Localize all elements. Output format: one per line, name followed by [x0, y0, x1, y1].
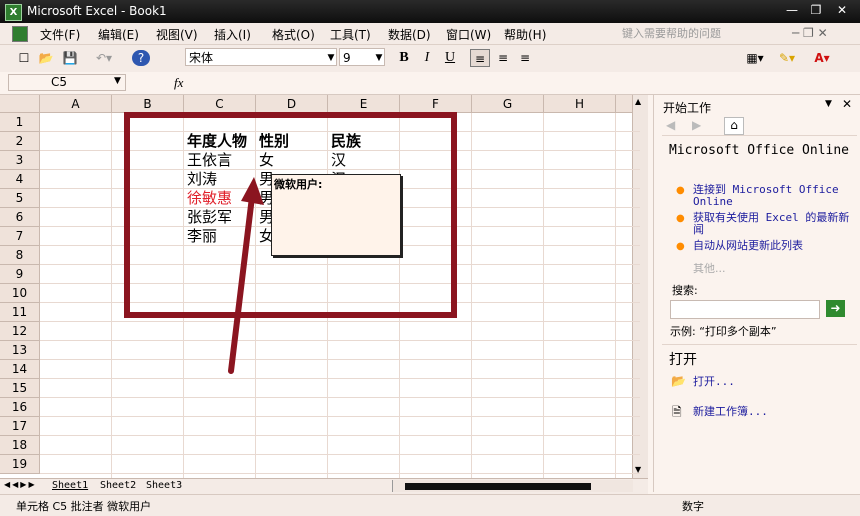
status-bar: 单元格 C5 批注者 微软用户 数字	[0, 494, 860, 516]
workbook-icon[interactable]	[12, 26, 28, 42]
forward-icon[interactable]: ▶	[692, 118, 701, 132]
window-title: Microsoft Excel - Book1	[27, 4, 167, 18]
bold-button[interactable]: B	[395, 49, 413, 67]
borders-icon[interactable]: ▦▾	[742, 49, 768, 67]
menu-bar: 文件(F) 编辑(E) 视图(V) 插入(I) 格式(O) 工具(T) 数据(D…	[0, 23, 860, 45]
tab-sheet2[interactable]: Sheet2	[100, 480, 136, 491]
horizontal-scrollbar[interactable]	[392, 480, 633, 492]
chevron-down-icon[interactable]: ▼	[114, 76, 121, 86]
align-left-icon[interactable]: ≡	[470, 49, 490, 67]
chevron-down-icon[interactable]: ▼	[326, 49, 336, 67]
name-box[interactable]: C5	[8, 74, 126, 91]
formula-input[interactable]	[196, 74, 852, 91]
minimize-icon[interactable]: —	[782, 1, 802, 19]
new-workbook-icon: 🗎	[672, 405, 682, 419]
insert-function-icon[interactable]: fx	[174, 75, 183, 91]
menu-insert[interactable]: 插入(I)	[214, 26, 251, 43]
divider	[662, 344, 857, 345]
formatting-toolbar: ☐ 📂 💾 ↶▾ ? 宋体 ▼ 9 ▼ B I U ≡ ≡ ≡ ▦▾ ✎▾ A▾	[0, 45, 860, 73]
search-input[interactable]	[670, 300, 820, 319]
link-more[interactable]: 其他...	[693, 260, 726, 276]
formula-bar: C5 ▼ fx	[0, 72, 860, 95]
excel-app-icon: X	[5, 4, 22, 21]
worksheet-grid: A B C D E F G H ▲ ▼ 1 2 3 4 5 6 7 8 9 10…	[0, 95, 648, 478]
help-icon[interactable]: ?	[132, 50, 150, 66]
highlight-frame	[124, 112, 457, 318]
bullet-icon: ●	[676, 241, 685, 252]
tab-scroll-icon[interactable]: ◀◀▶▶	[4, 480, 37, 489]
restore-icon[interactable]: ❐	[806, 1, 826, 19]
menu-view[interactable]: 视图(V)	[156, 26, 198, 43]
back-icon[interactable]: ◀	[666, 118, 675, 132]
bullet-icon: ●	[676, 185, 685, 196]
save-icon[interactable]: 💾	[62, 49, 78, 67]
open-folder-icon: 📂	[671, 374, 686, 388]
link-latest-news[interactable]: 获取有关使用 Excel 的最新新闻	[693, 212, 853, 236]
open-folder-icon[interactable]: 📂	[38, 49, 54, 67]
underline-button[interactable]: U	[441, 49, 459, 67]
fill-color-icon[interactable]: ✎▾	[774, 49, 800, 67]
menu-edit[interactable]: 编辑(E)	[98, 26, 139, 43]
close-pane-icon[interactable]: ✕	[842, 97, 852, 111]
italic-button[interactable]: I	[418, 49, 436, 67]
arrow-shaft	[228, 194, 255, 374]
pane-nav-bar: ◀ ▶ ⌂	[662, 117, 857, 136]
status-text: 单元格 C5 批注者 微软用户	[16, 500, 152, 513]
new-document-icon[interactable]: ☐	[16, 49, 32, 67]
bullet-icon: ●	[676, 213, 685, 224]
sheet-tab-bar: ◀◀▶▶ Sheet1 Sheet2 Sheet3	[0, 478, 648, 495]
align-right-icon[interactable]: ≡	[516, 49, 534, 67]
tab-sheet3[interactable]: Sheet3	[146, 480, 182, 491]
close-workbook-icon[interactable]: ─ ❐ ✕	[792, 26, 828, 40]
font-name-select[interactable]: 宋体	[185, 48, 337, 66]
search-example: 示例: “打印多个副本”	[670, 325, 777, 338]
link-new-workbook[interactable]: 新建工作簿...	[693, 406, 768, 418]
font-color-icon[interactable]: A▾	[808, 49, 836, 67]
undo-icon[interactable]: ↶▾	[92, 49, 116, 67]
close-icon[interactable]: ✕	[832, 1, 852, 19]
open-heading: 打开	[669, 352, 697, 368]
annotation-overlay	[124, 112, 457, 374]
align-center-icon[interactable]: ≡	[494, 49, 512, 67]
menu-file[interactable]: 文件(F)	[40, 26, 80, 43]
menu-data[interactable]: 数据(D)	[388, 26, 431, 43]
menu-window[interactable]: 窗口(W)	[446, 26, 491, 43]
title-bar: X Microsoft Excel - Book1 — ❐ ✕	[0, 0, 860, 23]
link-open-file[interactable]: 打开...	[693, 376, 735, 388]
horizontal-scroll-thumb[interactable]	[405, 483, 591, 490]
menu-tools[interactable]: 工具(T)	[330, 26, 371, 43]
home-icon[interactable]: ⌂	[724, 117, 744, 135]
chevron-down-icon[interactable]: ▼	[825, 99, 832, 109]
online-heading: Microsoft Office Online	[669, 143, 850, 158]
status-mode: 数字	[682, 500, 704, 513]
task-pane: 开始工作 ▼ ✕ ◀ ▶ ⌂ Microsoft Office Online ●…	[653, 95, 860, 492]
tab-sheet1[interactable]: Sheet1	[52, 480, 88, 491]
arrow-head	[241, 177, 264, 205]
menu-help[interactable]: 帮助(H)	[504, 26, 546, 43]
search-label: 搜索:	[672, 284, 698, 297]
task-pane-title[interactable]: 开始工作	[663, 99, 711, 116]
link-auto-update[interactable]: 自动从网站更新此列表	[693, 240, 853, 252]
help-question-input[interactable]: 键入需要帮助的问题	[622, 25, 782, 41]
chevron-down-icon[interactable]: ▼	[374, 49, 384, 67]
link-connect-online[interactable]: 连接到 Microsoft Office Online	[693, 184, 853, 208]
search-go-icon[interactable]: ➜	[826, 300, 845, 317]
menu-format[interactable]: 格式(O)	[272, 26, 315, 43]
